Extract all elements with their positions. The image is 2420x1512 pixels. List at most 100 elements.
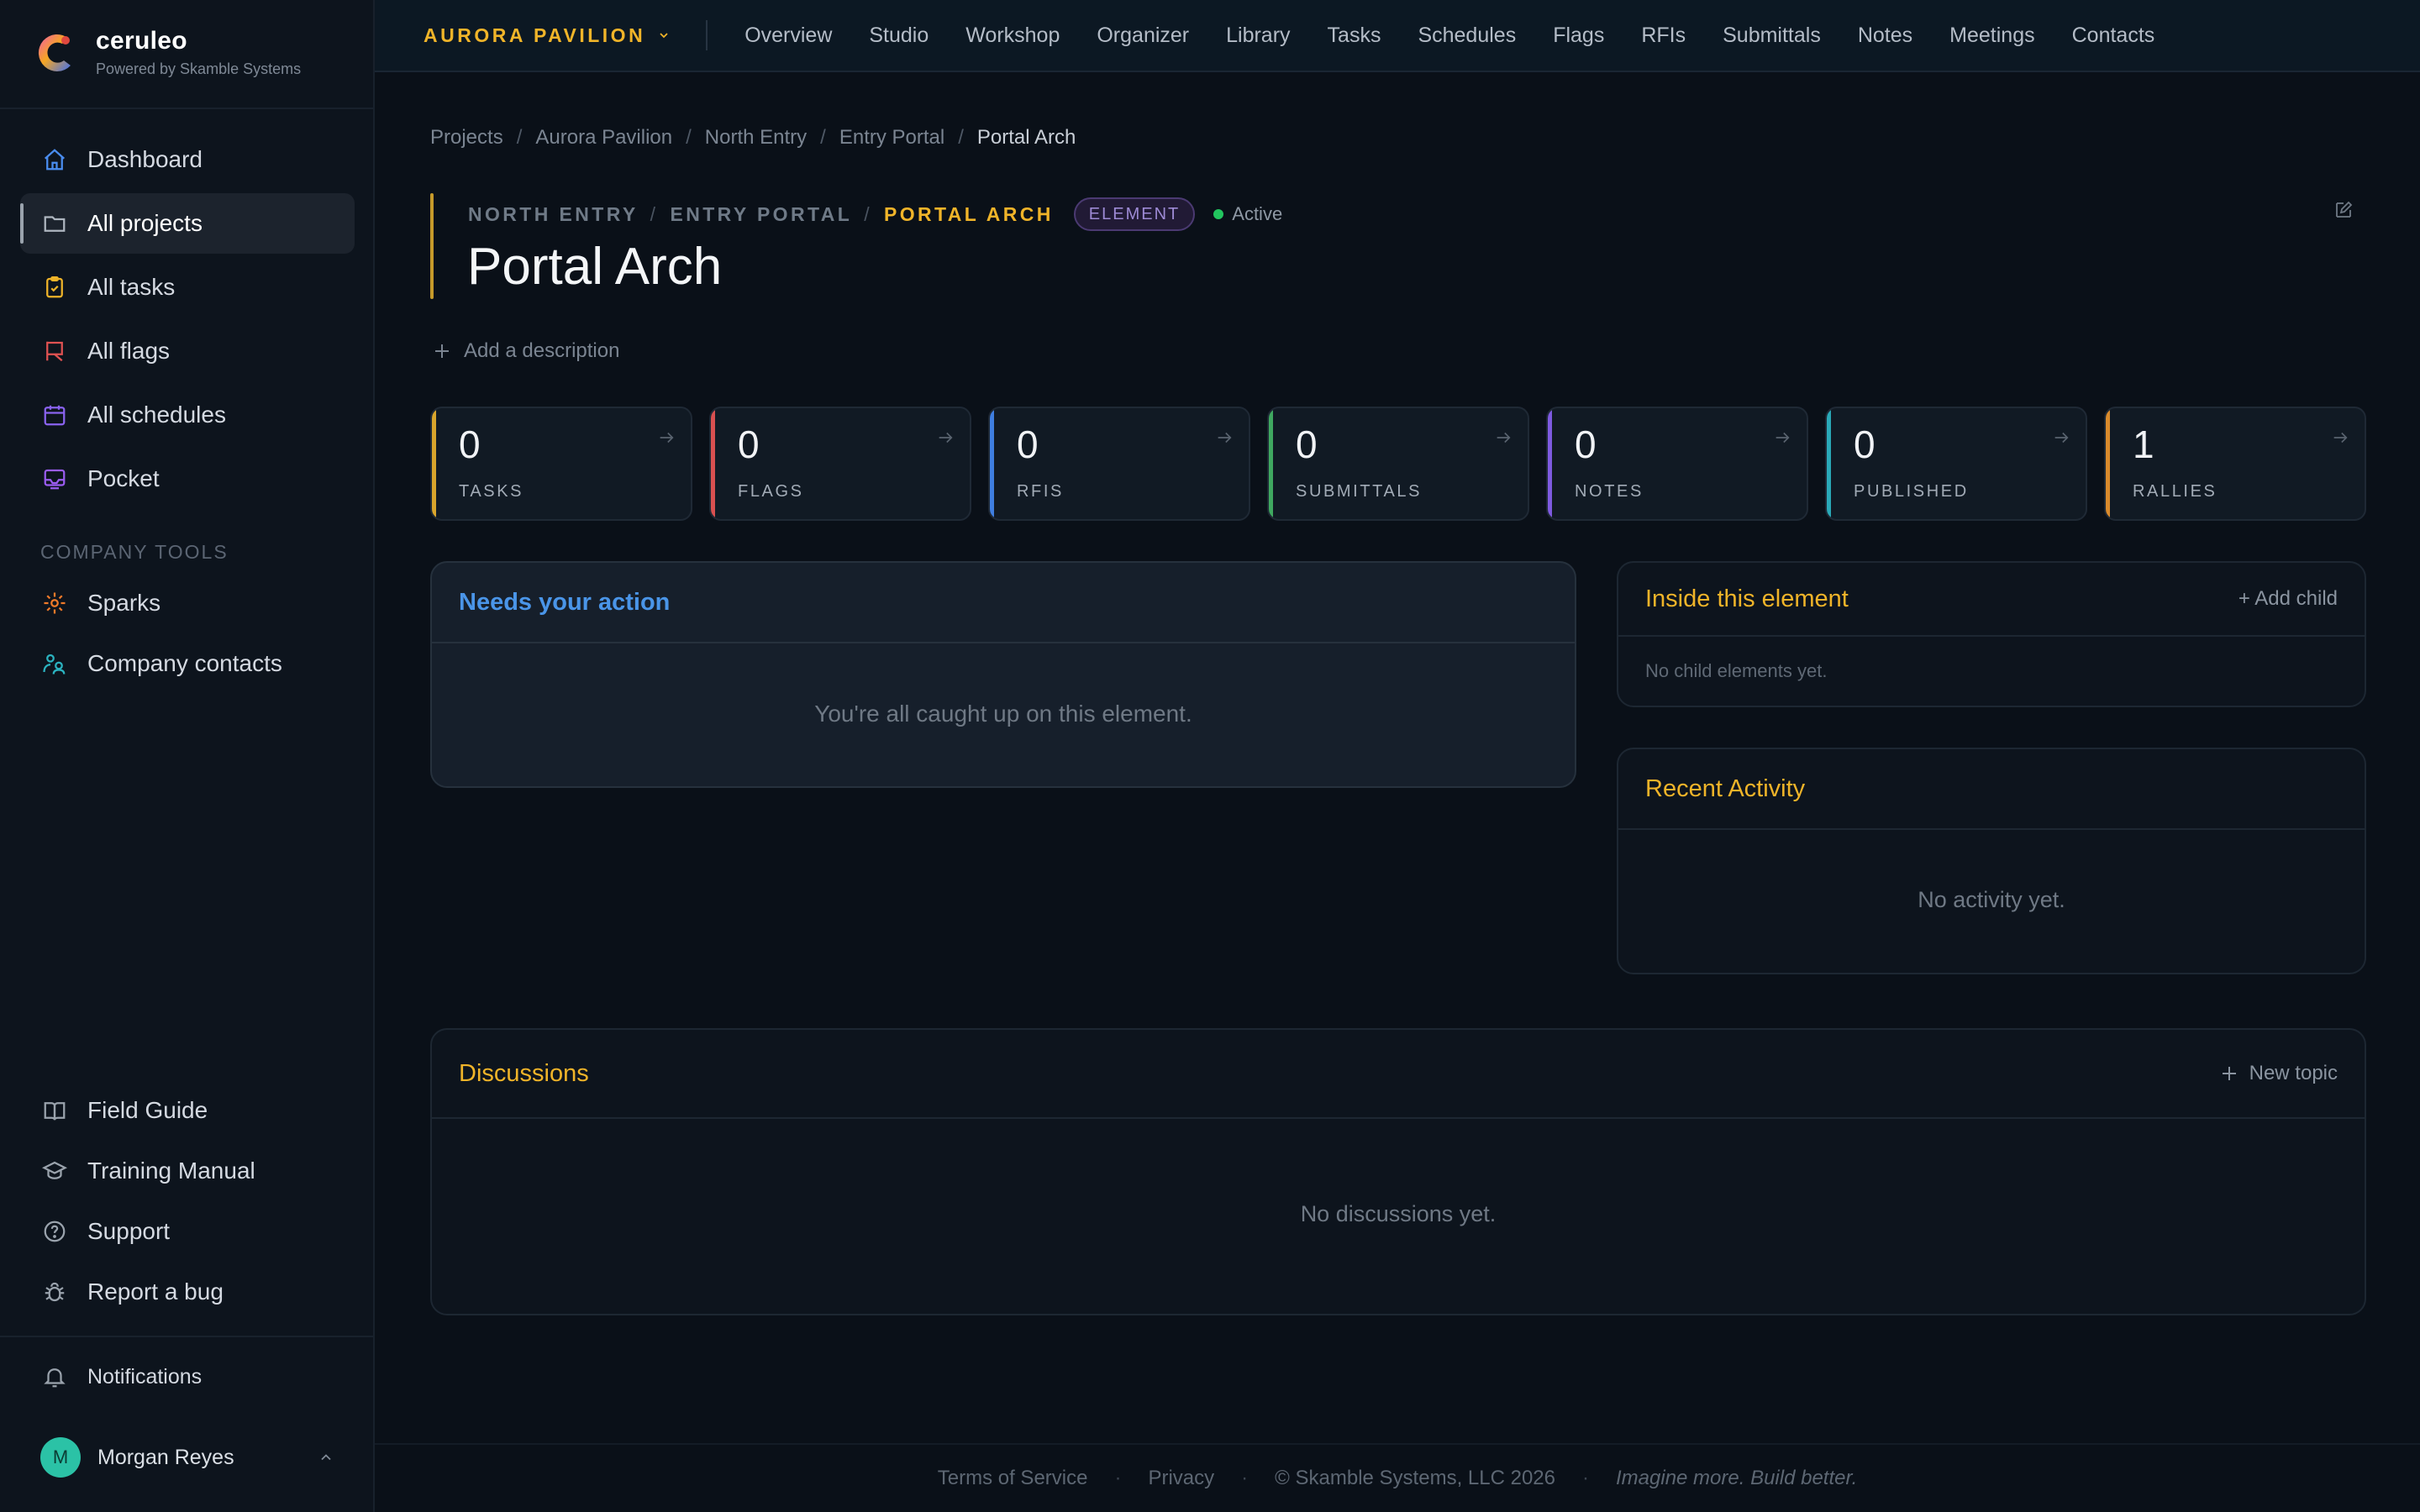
footer-divider xyxy=(375,1443,2420,1445)
sidebar-item-label: Pocket xyxy=(87,465,160,491)
topbar-separator xyxy=(706,20,708,50)
support-icon xyxy=(44,1221,66,1242)
sidebar-divider xyxy=(0,1336,373,1337)
breadcrumb-entry-portal[interactable]: Entry Portal xyxy=(839,126,944,150)
sidebar-item-field-guide[interactable]: Field Guide xyxy=(20,1080,355,1141)
tab-schedules[interactable]: Schedules xyxy=(1418,24,1516,48)
stat-card-published[interactable]: 0 PUBLISHED xyxy=(1825,407,2087,521)
discussions-panel: Discussions New topic No discussions yet… xyxy=(430,1028,2366,1315)
breadcrumb: Projects / Aurora Pavilion / North Entry… xyxy=(430,126,1076,150)
terms-link[interactable]: Terms of Service xyxy=(938,1467,1088,1490)
stat-card-tasks[interactable]: 0 TASKS xyxy=(430,407,692,521)
discussions-title: Discussions xyxy=(459,1059,589,1087)
needs-action-title: Needs your action xyxy=(459,588,671,616)
tab-overview[interactable]: Overview xyxy=(744,24,832,48)
home-icon xyxy=(45,149,65,171)
breadcrumb-projects[interactable]: Projects xyxy=(430,126,503,150)
sidebar-item-label: All schedules xyxy=(87,402,226,428)
arrow-right-icon xyxy=(1218,432,1232,444)
tab-tasks[interactable]: Tasks xyxy=(1328,24,1381,48)
stat-card-notes[interactable]: 0 NOTES xyxy=(1546,407,1808,521)
tab-library[interactable]: Library xyxy=(1226,24,1290,48)
sidebar-item-company-contacts[interactable]: Company contacts xyxy=(20,633,355,694)
stat-label: SUBMITTALS xyxy=(1296,482,1423,501)
sidebar-item-report-bug[interactable]: Report a bug xyxy=(20,1262,355,1322)
tab-submittals[interactable]: Submittals xyxy=(1723,24,1821,48)
footer-dot: · xyxy=(1114,1467,1122,1489)
stat-card-flags[interactable]: 0 FLAGS xyxy=(709,407,971,521)
inbox-icon xyxy=(44,469,66,490)
plus-icon xyxy=(2222,1067,2236,1080)
ceruleo-logo-icon xyxy=(38,34,71,71)
path-entry-portal[interactable]: ENTRY PORTAL xyxy=(670,203,852,226)
add-description-button[interactable]: Add a description xyxy=(432,339,619,363)
copyright: © Skamble Systems, LLC 2026 xyxy=(1275,1467,1555,1489)
tab-contacts[interactable]: Contacts xyxy=(2072,24,2155,48)
brand[interactable]: ceruleo Powered by Skamble Systems xyxy=(32,27,301,78)
tagline: Imagine more. Build better. xyxy=(1616,1467,1858,1489)
recent-activity-empty: No activity yet. xyxy=(1918,887,2065,912)
tab-workshop[interactable]: Workshop xyxy=(965,24,1060,48)
sidebar-item-label: Company contacts xyxy=(87,650,282,676)
inside-element-empty: No child elements yet. xyxy=(1645,660,1828,681)
path-separator: / xyxy=(864,202,872,225)
company-tools-heading: COMPANY TOOLS xyxy=(40,541,229,563)
sidebar-item-label: Sparks xyxy=(87,590,161,616)
stat-value: 0 xyxy=(459,423,481,466)
tab-notes[interactable]: Notes xyxy=(1858,24,1912,48)
sidebar-item-support[interactable]: Support xyxy=(20,1201,355,1262)
stat-value: 0 xyxy=(738,423,760,466)
sidebar-item-all-flags[interactable]: All flags xyxy=(20,321,355,381)
stat-value: 0 xyxy=(1296,423,1318,466)
tab-rfis[interactable]: RFIs xyxy=(1641,24,1686,48)
topbar: AURORA PAVILION Overview Studio Workshop… xyxy=(375,0,2420,72)
inside-element-title: Inside this element xyxy=(1645,585,1849,612)
panel-header: Needs your action xyxy=(432,563,1575,643)
breadcrumb-aurora-pavilion[interactable]: Aurora Pavilion xyxy=(535,126,672,150)
sparks-icon xyxy=(44,592,66,614)
sidebar-item-notifications[interactable]: Notifications xyxy=(20,1347,355,1407)
project-switcher[interactable]: AURORA PAVILION xyxy=(424,24,671,47)
user-name: Morgan Reyes xyxy=(97,1445,234,1469)
edit-icon[interactable] xyxy=(2333,200,2354,220)
sidebar-item-all-tasks[interactable]: All tasks xyxy=(20,257,355,318)
add-child-button[interactable]: + Add child xyxy=(2238,587,2338,611)
sidebar-item-sparks[interactable]: Sparks xyxy=(20,573,355,633)
add-description-label: Add a description xyxy=(464,339,620,362)
new-topic-button[interactable]: New topic xyxy=(2219,1062,2338,1085)
stat-card-submittals[interactable]: 0 SUBMITTALS xyxy=(1267,407,1529,521)
tab-organizer[interactable]: Organizer xyxy=(1097,24,1189,48)
recent-activity-title: Recent Activity xyxy=(1645,774,1806,802)
element-type-badge: ELEMENT xyxy=(1073,197,1196,231)
sidebar-item-label: Training Manual xyxy=(87,1158,255,1184)
tab-studio[interactable]: Studio xyxy=(869,24,929,48)
brand-subtitle: Powered by Skamble Systems xyxy=(96,60,302,77)
sidebar-item-training-manual[interactable]: Training Manual xyxy=(20,1141,355,1201)
sidebar-item-pocket[interactable]: Pocket xyxy=(20,449,355,509)
sidebar-item-all-projects[interactable]: All projects xyxy=(20,193,355,254)
new-topic-label: New topic xyxy=(2249,1062,2338,1084)
stat-card-rallies[interactable]: 1 RALLIES xyxy=(2104,407,2366,521)
breadcrumb-north-entry[interactable]: North Entry xyxy=(705,126,807,150)
breadcrumb-separator: / xyxy=(820,126,826,149)
flag-icon xyxy=(46,341,63,362)
arrow-right-icon xyxy=(2333,432,2348,444)
tab-meetings[interactable]: Meetings xyxy=(1949,24,2034,48)
tab-flags[interactable]: Flags xyxy=(1553,24,1604,48)
sidebar-item-label: All tasks xyxy=(87,274,176,300)
needs-action-panel: Needs your action You're all caught up o… xyxy=(430,561,1576,788)
user-menu[interactable]: M Morgan Reyes xyxy=(40,1436,334,1478)
sidebar-item-dashboard[interactable]: Dashboard xyxy=(20,129,355,190)
clipboard-check-icon xyxy=(46,276,63,298)
breadcrumb-current: Portal Arch xyxy=(976,126,1076,149)
privacy-link[interactable]: Privacy xyxy=(1148,1467,1214,1490)
panel-header: Recent Activity xyxy=(1618,749,2365,830)
status-indicator: Active xyxy=(1213,203,1282,225)
path-north-entry[interactable]: NORTH ENTRY xyxy=(468,203,639,226)
chevron-up-icon xyxy=(321,1454,331,1461)
sidebar-item-all-schedules[interactable]: All schedules xyxy=(20,385,355,445)
header-accent-bar xyxy=(430,193,434,299)
footer-dot: · xyxy=(1582,1467,1589,1489)
stat-card-rfis[interactable]: 0 RFIS xyxy=(988,407,1250,521)
calendar-icon xyxy=(44,405,66,426)
